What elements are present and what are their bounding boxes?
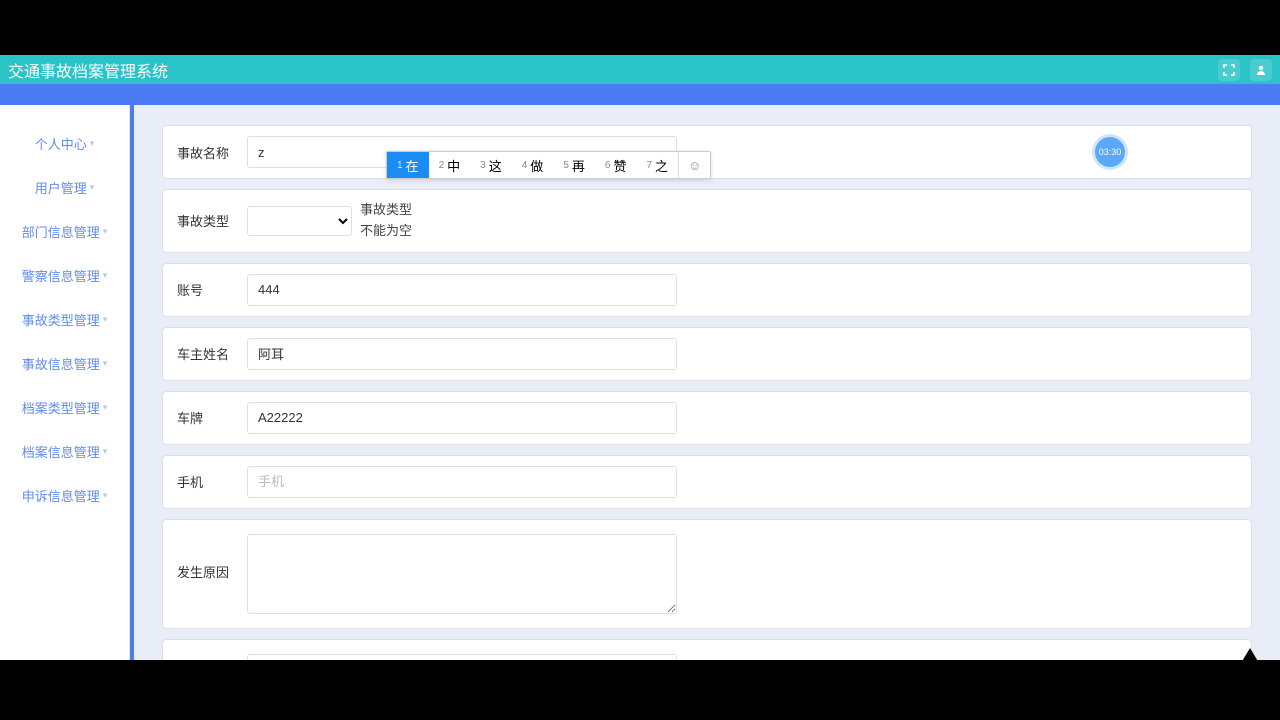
field-owner-name: 车主姓名: [162, 327, 1252, 381]
sidebar-item-appeal[interactable]: 申诉信息管理▾: [0, 473, 129, 517]
label-phone: 手机: [177, 472, 247, 491]
input-phone[interactable]: [247, 466, 677, 498]
select-accident-type[interactable]: [247, 206, 352, 236]
field-accident-type: 事故类型 事故类型不能为空: [162, 189, 1252, 253]
ime-candidate[interactable]: 1在: [387, 152, 429, 178]
sidebar-item-dept[interactable]: 部门信息管理▾: [0, 209, 129, 253]
label-reason: 发生原因: [177, 534, 247, 581]
field-reason: 发生原因: [162, 519, 1252, 629]
chevron-down-icon: ▾: [103, 226, 108, 237]
label-plate: 车牌: [177, 408, 247, 427]
chevron-down-icon: ▾: [103, 270, 108, 281]
sub-header-bar: [0, 84, 1280, 105]
ime-emoji-icon[interactable]: ☺: [678, 152, 710, 178]
field-phone: 手机: [162, 455, 1252, 509]
label-accident-type: 事故类型: [177, 211, 247, 230]
sidebar-item-archive-type[interactable]: 档案类型管理▾: [0, 385, 129, 429]
label-owner-name: 车主姓名: [177, 344, 247, 363]
sidebar-item-personal[interactable]: 个人中心▾: [0, 121, 129, 165]
ime-candidate[interactable]: 3这: [470, 152, 512, 178]
chevron-down-icon: ▾: [103, 490, 108, 501]
field-plate: 车牌: [162, 391, 1252, 445]
sidebar-item-police[interactable]: 警察信息管理▾: [0, 253, 129, 297]
ime-candidate[interactable]: 5再: [553, 152, 595, 178]
ime-candidate[interactable]: 4做: [512, 152, 554, 178]
app-header: 交通事故档案管理系统: [0, 55, 1280, 84]
error-accident-type: 事故类型不能为空: [360, 200, 420, 242]
ime-candidate[interactable]: 2中: [429, 152, 471, 178]
app-title: 交通事故档案管理系统: [8, 58, 1218, 82]
chevron-down-icon: ▾: [103, 358, 108, 369]
chevron-down-icon: ▾: [90, 182, 95, 193]
input-account[interactable]: [247, 274, 677, 306]
ime-candidate[interactable]: 7之: [636, 152, 678, 178]
chevron-down-icon: ▾: [103, 402, 108, 413]
sidebar: 个人中心▾ 用户管理▾ 部门信息管理▾ 警察信息管理▾ 事故类型管理▾ 事故信息…: [0, 105, 130, 720]
chevron-down-icon: ▾: [103, 446, 108, 457]
label-account: 账号: [177, 280, 247, 299]
sidebar-item-accident-info[interactable]: 事故信息管理▾: [0, 341, 129, 385]
fullscreen-icon[interactable]: [1218, 59, 1240, 81]
textarea-reason[interactable]: [247, 534, 677, 614]
input-owner-name[interactable]: [247, 338, 677, 370]
time-badge: 03:30: [1095, 137, 1125, 167]
user-icon[interactable]: [1250, 59, 1272, 81]
main-content: 03:30 事故名称 1在 2中 3这 4做 5再 6赞 7之 ☺ 事故类型 事…: [130, 105, 1280, 720]
chevron-down-icon: ▾: [90, 138, 95, 149]
sidebar-item-accident-type[interactable]: 事故类型管理▾: [0, 297, 129, 341]
chevron-down-icon: ▾: [103, 314, 108, 325]
label-accident-name: 事故名称: [177, 143, 247, 162]
input-plate[interactable]: [247, 402, 677, 434]
ime-candidate[interactable]: 6赞: [595, 152, 637, 178]
ime-candidate-bar[interactable]: 1在 2中 3这 4做 5再 6赞 7之 ☺: [386, 151, 711, 179]
field-account: 账号: [162, 263, 1252, 317]
sidebar-item-users[interactable]: 用户管理▾: [0, 165, 129, 209]
sidebar-item-archive-info[interactable]: 档案信息管理▾: [0, 429, 129, 473]
